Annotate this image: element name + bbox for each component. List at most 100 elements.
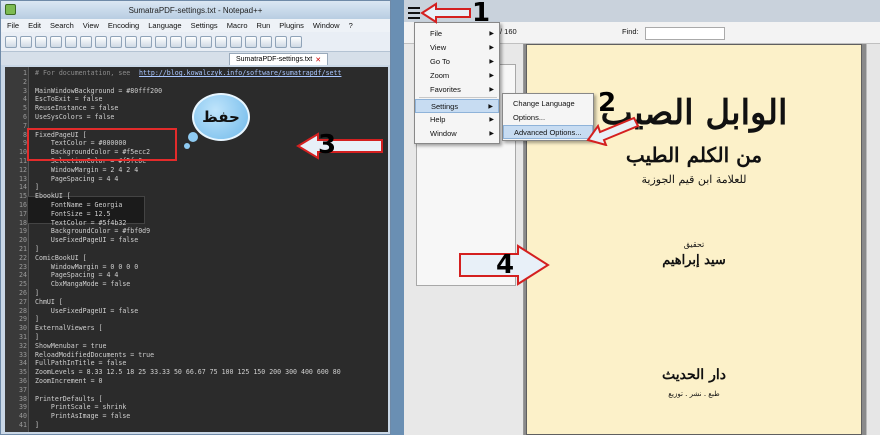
chevron-right-icon: ▶ <box>489 45 494 51</box>
menu-item[interactable]: View <box>83 21 99 30</box>
line-number: 35 <box>19 368 27 377</box>
notepad-title: SumatraPDF-settings.txt - Notepad++ <box>1 1 390 19</box>
code-line: 2 <box>5 78 388 87</box>
menu-item-go-to[interactable]: Go To ▶ <box>415 55 499 69</box>
line-number: 10 <box>19 148 27 157</box>
code-line: 34 FullPathInTitle = false <box>5 359 388 368</box>
code-line: 25 CbxMangaMode = false <box>5 280 388 289</box>
paste-icon[interactable] <box>125 35 137 48</box>
line-text: MainWindowBackground = #80fff200 <box>35 86 163 95</box>
line-number: 19 <box>19 227 27 236</box>
copy-icon[interactable] <box>110 35 122 48</box>
submenu-item-options[interactable]: Options... <box>503 111 593 125</box>
chevron-right-icon: ▶ <box>489 59 494 65</box>
zoom-out-icon[interactable] <box>215 35 227 48</box>
vertical-scrollbar[interactable] <box>866 44 880 435</box>
line-text: FontSize = 12.5 <box>35 209 111 218</box>
menu-item-zoom[interactable]: Zoom ▶ <box>415 69 499 83</box>
line-text: ] <box>35 315 39 324</box>
tab-sumatra-settings[interactable]: SumatraPDF-settings.txt ✕ <box>229 53 329 65</box>
line-number: 38 <box>19 394 27 403</box>
indent-icon[interactable] <box>260 35 272 48</box>
submenu-item-change-language[interactable]: Change Language <box>503 97 593 111</box>
line-number: 17 <box>19 209 27 218</box>
menu-item-window[interactable]: Window ▶ <box>415 127 499 141</box>
redo-icon[interactable] <box>155 35 167 48</box>
code-line: 19 BackgroundColor = #fbf0d9 <box>5 227 388 236</box>
code-line: 26] <box>5 289 388 298</box>
record-icon[interactable] <box>275 35 287 48</box>
code-line: 22 ComicBookUI [ <box>5 254 388 263</box>
line-text: ] <box>35 421 39 429</box>
wrap-icon[interactable] <box>245 35 257 48</box>
line-text: ] <box>35 183 39 192</box>
line-number: 34 <box>19 359 27 368</box>
code-line: 36 ZoomIncrement = 0 <box>5 377 388 386</box>
menu-item[interactable]: File <box>7 21 19 30</box>
bubble-tail <box>188 132 198 142</box>
line-number: 29 <box>19 315 27 324</box>
code-line: 27 ChmUI [ <box>5 298 388 307</box>
code-line: 24 PageSpacing = 4 4 <box>5 271 388 280</box>
step-number-2: 2 <box>598 88 617 118</box>
line-number: 23 <box>19 262 27 271</box>
line-text: PrintAsImage = false <box>35 412 131 421</box>
line-number: 11 <box>19 157 27 165</box>
menu-item-view[interactable]: View ▶ <box>415 41 499 55</box>
line-text: CbxMangaMode = false <box>35 280 131 289</box>
line-text: ChmUI [ <box>35 297 63 306</box>
menu-item[interactable]: Window <box>313 21 340 30</box>
close-tab-icon[interactable]: ✕ <box>315 56 321 64</box>
menu-item-favorites[interactable]: Favorites ▶ <box>415 83 499 97</box>
menu-item-settings[interactable]: Settings ▶ <box>415 99 499 113</box>
sync-icon[interactable] <box>230 35 242 48</box>
menu-item[interactable]: Settings <box>191 21 218 30</box>
zoom-in-icon[interactable] <box>200 35 212 48</box>
find-label: Find: <box>622 27 639 36</box>
new-file-icon[interactable] <box>5 35 17 48</box>
menu-separator <box>419 97 497 98</box>
arrow-2-icon <box>586 116 640 146</box>
notepad-window: SumatraPDF-settings.txt - Notepad++ File… <box>0 0 391 435</box>
code-line: 15 EbookUI [ <box>5 192 388 201</box>
save-icon[interactable] <box>35 35 47 48</box>
menu-item[interactable]: Language <box>148 21 181 30</box>
line-number: 32 <box>19 341 27 350</box>
line-number: 33 <box>19 350 27 359</box>
menu-item[interactable]: ? <box>349 21 353 30</box>
menu-item[interactable]: Macro <box>227 21 248 30</box>
save-bubble: حفظ <box>192 93 250 141</box>
line-number: 40 <box>19 412 27 421</box>
print-icon[interactable] <box>80 35 92 48</box>
menu-item-help[interactable]: Help ▶ <box>415 113 499 127</box>
cut-icon[interactable] <box>95 35 107 48</box>
step-number-4: 4 <box>496 250 515 280</box>
menu-item[interactable]: Search <box>50 21 74 30</box>
code-line: 13 PageSpacing = 4 4 <box>5 175 388 184</box>
code-line: 29] <box>5 315 388 324</box>
undo-icon[interactable] <box>140 35 152 48</box>
line-text: ZoomIncrement = 0 <box>35 377 103 385</box>
line-text: ReuseInstance = false <box>35 104 119 113</box>
line-number: 27 <box>19 297 27 306</box>
line-number: 39 <box>19 403 27 412</box>
menu-item-label: Favorites <box>430 85 461 94</box>
find-input[interactable] <box>645 27 725 40</box>
documentation-link[interactable]: http://blog.kowalczyk.info/software/suma… <box>139 69 341 78</box>
menu-item-file[interactable]: File ▶ <box>415 27 499 41</box>
line-number: 1 <box>23 69 27 77</box>
code-line: 35 ZoomLevels = 8.33 12.5 18 25 33.33 50 … <box>5 368 388 377</box>
menu-item[interactable]: Run <box>257 21 271 30</box>
code-line: 37 <box>5 386 388 395</box>
menu-item[interactable]: Edit <box>28 21 41 30</box>
menu-item[interactable]: Plugins <box>279 21 304 30</box>
close-icon[interactable] <box>65 35 77 48</box>
submenu-item-advanced-options[interactable]: Advanced Options... <box>503 125 593 139</box>
menu-item[interactable]: Encoding <box>108 21 139 30</box>
find-icon[interactable] <box>170 35 182 48</box>
open-file-icon[interactable] <box>20 35 32 48</box>
replace-icon[interactable] <box>185 35 197 48</box>
play-icon[interactable] <box>290 35 302 48</box>
line-text: ShowMenubar = true <box>35 341 107 350</box>
save-all-icon[interactable] <box>50 35 62 48</box>
